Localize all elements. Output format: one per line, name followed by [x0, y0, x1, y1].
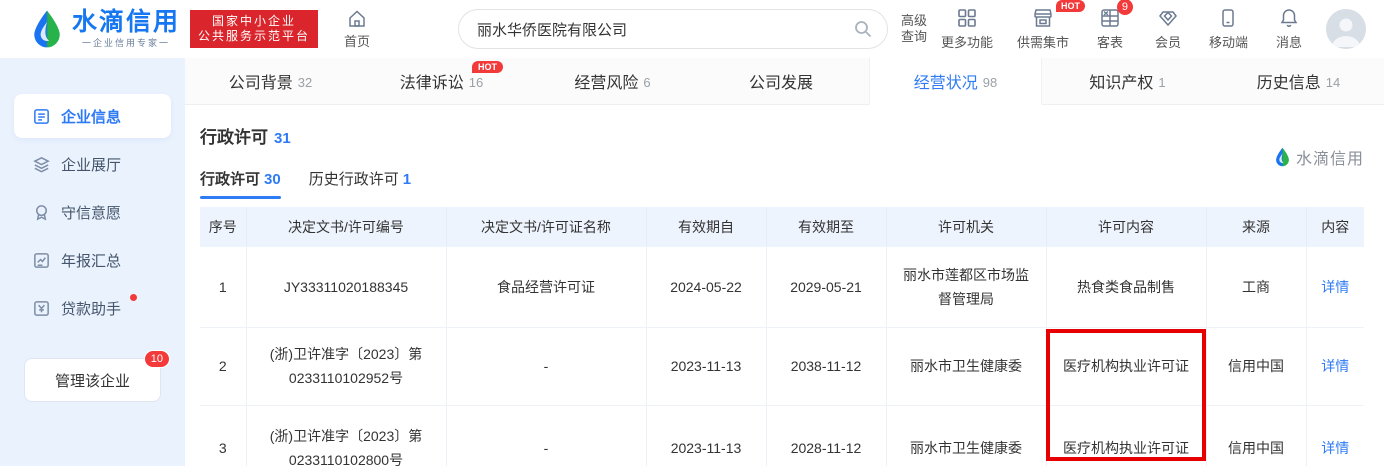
sidebar-item-label: 贷款助手 — [61, 298, 121, 319]
waterdrop-icon — [30, 9, 64, 49]
advanced-search-link[interactable]: 高级 查询 — [901, 13, 927, 45]
medal-icon — [32, 203, 51, 222]
sidebar-item-credit-willingness[interactable]: 守信意愿 — [14, 190, 171, 234]
tab-intellectual-property[interactable]: 知识产权1 — [1042, 58, 1213, 104]
col-source: 来源 — [1206, 207, 1306, 247]
sidebar-item-label: 年报汇总 — [61, 250, 121, 271]
header-nav: 更多功能 HOT 供需集市 9 客表 会员 — [941, 7, 1306, 51]
brand-name: 水滴信用 — [72, 9, 180, 35]
sidebar-item-showroom[interactable]: 企业展厅 — [14, 142, 171, 186]
col-valid-from: 有效期自 — [646, 207, 766, 247]
tab-legal-proceedings[interactable]: HOT 法律诉讼16 — [356, 58, 527, 104]
table-row: 1 JY33311020188345 食品经营许可证 2024-05-22 20… — [200, 247, 1364, 327]
detail-link[interactable]: 详情 — [1321, 440, 1349, 456]
subtab-administrative-license[interactable]: 行政许可30 — [200, 168, 281, 199]
brand-tagline: 一企业信用专家一 — [82, 36, 170, 49]
nav-customer-sheet[interactable]: 9 客表 — [1093, 7, 1127, 51]
waterdrop-icon — [1274, 147, 1291, 167]
sidebar: 企业信息 企业展厅 守信意愿 年报汇总 贷款助手 — [0, 58, 185, 466]
col-valid-to: 有效期至 — [766, 207, 886, 247]
table-row: 2 (浙)卫许准字〔2023〕第0233110102952号 - 2023-11… — [200, 327, 1364, 405]
detail-link[interactable]: 详情 — [1321, 279, 1349, 295]
bell-icon — [1278, 7, 1300, 29]
detail-link[interactable]: 详情 — [1321, 358, 1349, 374]
brand-logo[interactable]: 水滴信用 一企业信用专家一 — [30, 9, 180, 49]
sidebar-item-loan-assistant[interactable]: 贷款助手 — [14, 286, 171, 330]
tab-company-development[interactable]: 公司发展 — [698, 58, 869, 104]
top-header: 水滴信用 一企业信用专家一 国家中小企业 公共服务示范平台 首页 高级 查询 更… — [0, 0, 1384, 58]
col-license-name: 决定文书/许可证名称 — [446, 207, 646, 247]
document-icon — [32, 107, 51, 126]
section-tabbar: 公司背景32 HOT 法律诉讼16 经营风险6 公司发展 经营状况98 知识产权… — [185, 58, 1384, 105]
home-label: 首页 — [344, 31, 370, 50]
person-icon — [1326, 9, 1366, 49]
gov-certification-badge: 国家中小企业 公共服务示范平台 — [190, 10, 318, 48]
search-icon[interactable] — [853, 19, 873, 39]
home-icon — [347, 9, 367, 29]
col-no: 序号 — [200, 207, 246, 247]
home-nav[interactable]: 首页 — [344, 9, 370, 50]
section-title: 行政许可31 — [200, 123, 1364, 148]
mobile-icon — [1217, 7, 1239, 29]
nav-membership[interactable]: 会员 — [1151, 7, 1185, 51]
sidebar-item-annual-report[interactable]: 年报汇总 — [14, 238, 171, 282]
sidebar-item-label: 企业信息 — [61, 106, 121, 127]
tab-operating-status[interactable]: 经营状况98 — [869, 58, 1042, 105]
market-icon — [1032, 7, 1054, 29]
col-authority: 许可机关 — [886, 207, 1046, 247]
hot-badge: HOT — [472, 61, 503, 73]
sidebar-item-label: 守信意愿 — [61, 202, 121, 223]
count-badge: 9 — [1117, 0, 1133, 15]
col-detail: 内容 — [1306, 207, 1364, 247]
nav-more-features[interactable]: 更多功能 — [941, 7, 993, 51]
notification-dot — [130, 294, 137, 301]
watermark-logo: 水滴信用 — [1274, 145, 1364, 169]
table-row: 3 (浙)卫许准字〔2023〕第0233110102800号 - 2023-11… — [200, 405, 1364, 466]
nav-supply-market[interactable]: HOT 供需集市 — [1017, 7, 1069, 51]
sidebar-item-label: 企业展厅 — [61, 154, 121, 175]
nav-mobile[interactable]: 移动端 — [1209, 7, 1248, 51]
layers-icon — [32, 155, 51, 174]
user-avatar[interactable] — [1326, 9, 1366, 49]
tab-operating-risk[interactable]: 经营风险6 — [527, 58, 698, 104]
col-license-no: 决定文书/许可编号 — [246, 207, 446, 247]
main-content: 行政许可31 水滴信用 行政许可30 历史行政许可1 — [185, 105, 1384, 466]
yuan-icon — [32, 299, 51, 318]
col-content: 许可内容 — [1046, 207, 1206, 247]
sidebar-item-company-info[interactable]: 企业信息 — [14, 94, 171, 138]
subtab-historical-license[interactable]: 历史行政许可1 — [309, 168, 411, 199]
table-header-row: 序号 决定文书/许可编号 决定文书/许可证名称 有效期自 有效期至 许可机关 许… — [200, 207, 1364, 247]
license-table: 序号 决定文书/许可编号 决定文书/许可证名称 有效期自 有效期至 许可机关 许… — [200, 207, 1364, 466]
search-box — [458, 9, 888, 49]
diamond-icon — [1157, 7, 1179, 29]
license-subtabs: 行政许可30 历史行政许可1 — [200, 168, 1364, 199]
hot-badge: HOT — [1056, 0, 1085, 12]
manage-count-badge: 10 — [144, 350, 170, 368]
manage-company-button[interactable]: 管理该企业 10 — [24, 358, 161, 402]
search-input[interactable] — [477, 21, 853, 38]
report-icon — [32, 251, 51, 270]
tab-company-background[interactable]: 公司背景32 — [185, 58, 356, 104]
grid-icon — [956, 7, 978, 29]
tab-history-info[interactable]: 历史信息14 — [1213, 58, 1384, 104]
nav-messages[interactable]: 消息 — [1272, 7, 1306, 51]
